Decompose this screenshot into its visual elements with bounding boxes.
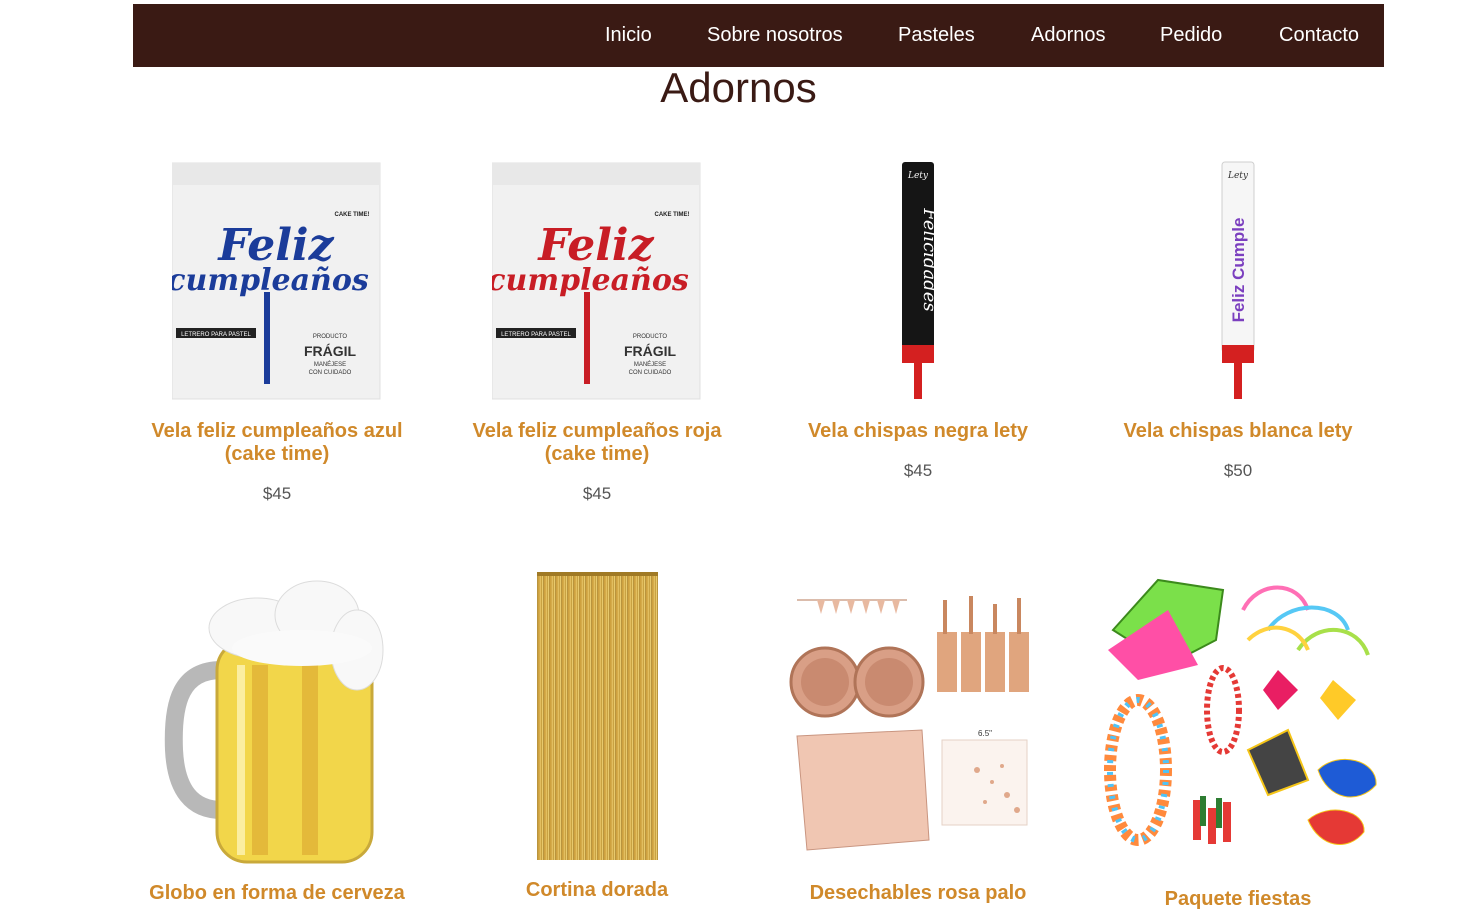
package-text-cuidado: CON CUIDADO	[309, 370, 352, 376]
package-text-producto: PRODUCTO	[633, 334, 668, 340]
package-text-cuidado: CON CUIDADO	[629, 370, 672, 376]
product-name[interactable]: Paquete fiestas	[1088, 888, 1388, 911]
product-price: $45	[582, 484, 612, 503]
top-navigation-bar: Inicio Sobre nosotros Pasteles Adornos P…	[133, 4, 1384, 67]
product-image[interactable]: Feliz cumpleaños LETRERO PARA PASTEL CAK…	[447, 160, 747, 400]
nav-item-inicio[interactable]: Inicio	[605, 23, 652, 47]
product-price: $50	[1223, 461, 1253, 480]
product-image[interactable]: Lety Feliz Cumple	[1088, 160, 1388, 402]
napkin-size-label: 6.5"	[978, 729, 992, 738]
product-image[interactable]	[447, 570, 747, 864]
package-text-manejese: MANÉJESE	[634, 361, 666, 368]
product-name[interactable]: Vela feliz cumpleaños roja (cake time)	[447, 420, 747, 466]
product-image[interactable]: Feliz cumpleaños LETRERO PARA PASTEL CAK…	[127, 160, 427, 400]
package-text-producto: PRODUCTO	[313, 334, 348, 340]
package-text-fragil: FRÁGIL	[624, 343, 677, 359]
nav-item-pasteles[interactable]: Pasteles	[898, 23, 975, 47]
product-price: $45	[262, 484, 292, 503]
nav-item-pedido[interactable]: Pedido	[1160, 23, 1222, 47]
product-name[interactable]: Desechables rosa palo	[768, 882, 1068, 905]
product-image[interactable]: 6.5"	[768, 570, 1068, 866]
package-brand: CAKE TIME!	[335, 212, 370, 218]
nav-item-sobre-nosotros[interactable]: Sobre nosotros	[707, 23, 843, 47]
product-name[interactable]: Vela feliz cumpleaños azul (cake time)	[127, 420, 427, 466]
product-name[interactable]: Cortina dorada	[447, 879, 747, 902]
nav-item-contacto[interactable]: Contacto	[1279, 23, 1359, 47]
package-text-manejese: MANÉJESE	[314, 361, 346, 368]
candle-brand: Lety	[907, 171, 929, 181]
product-name[interactable]: Globo en forma de cerveza	[127, 882, 427, 905]
candle-brand: Lety	[1227, 171, 1249, 181]
product-name[interactable]: Vela chispas blanca lety	[1088, 420, 1388, 443]
topper-text-cumpleanos: cumpleaños	[492, 263, 689, 298]
product-name[interactable]: Vela chispas negra lety	[768, 420, 1068, 443]
product-image[interactable]	[1088, 570, 1388, 870]
page-title: Adornos	[660, 64, 817, 111]
package-text-fragil: FRÁGIL	[304, 343, 357, 359]
topper-text-cumpleanos: cumpleaños	[172, 263, 369, 298]
product-image[interactable]: Lety Felicidades	[768, 160, 1068, 402]
candle-text: Feliz Cumple	[1229, 218, 1248, 323]
product-price: $45	[903, 461, 933, 480]
nav-item-adornos[interactable]: Adornos	[1031, 23, 1106, 47]
package-brand: CAKE TIME!	[655, 212, 690, 218]
package-label: LETRERO PARA PASTEL	[501, 332, 571, 338]
candle-text: Felicidades	[919, 207, 940, 311]
product-image[interactable]	[127, 570, 427, 866]
package-label: LETRERO PARA PASTEL	[181, 332, 251, 338]
